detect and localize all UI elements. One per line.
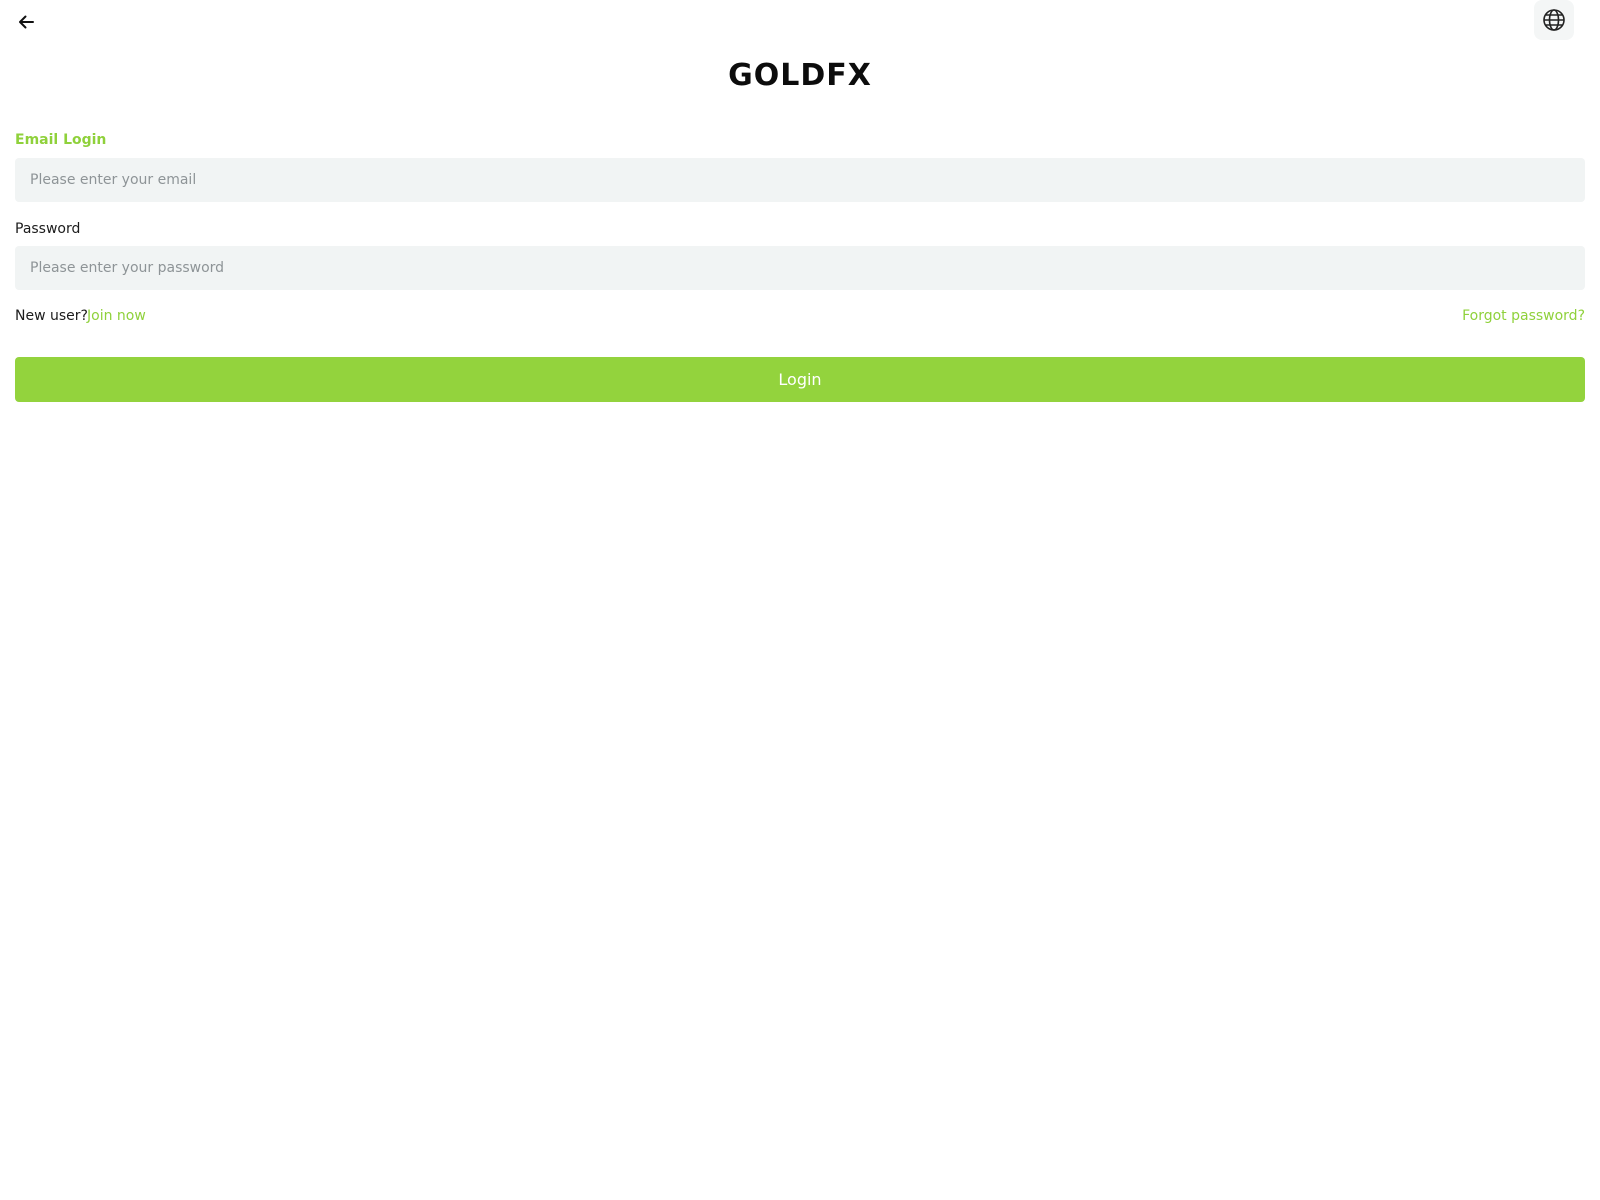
forgot-password-link[interactable]: Forgot password? (1462, 308, 1585, 324)
arrow-left-icon (19, 15, 34, 29)
login-button[interactable]: Login (15, 357, 1585, 402)
brand-logo: GOLDFX (728, 58, 872, 93)
login-page: GOLDFX Email Login Password New user? Jo… (0, 0, 1600, 1200)
email-input[interactable] (15, 158, 1585, 202)
globe-icon (1543, 9, 1565, 31)
new-user-text: New user? (15, 308, 88, 324)
join-now-link[interactable]: Join now (87, 308, 146, 324)
back-button[interactable] (14, 10, 38, 34)
account-links-row: New user? Join now Forgot password? (15, 308, 1585, 328)
password-input[interactable] (15, 246, 1585, 290)
language-button[interactable] (1534, 0, 1574, 40)
password-label: Password (15, 221, 81, 237)
tab-email-login[interactable]: Email Login (15, 132, 106, 148)
